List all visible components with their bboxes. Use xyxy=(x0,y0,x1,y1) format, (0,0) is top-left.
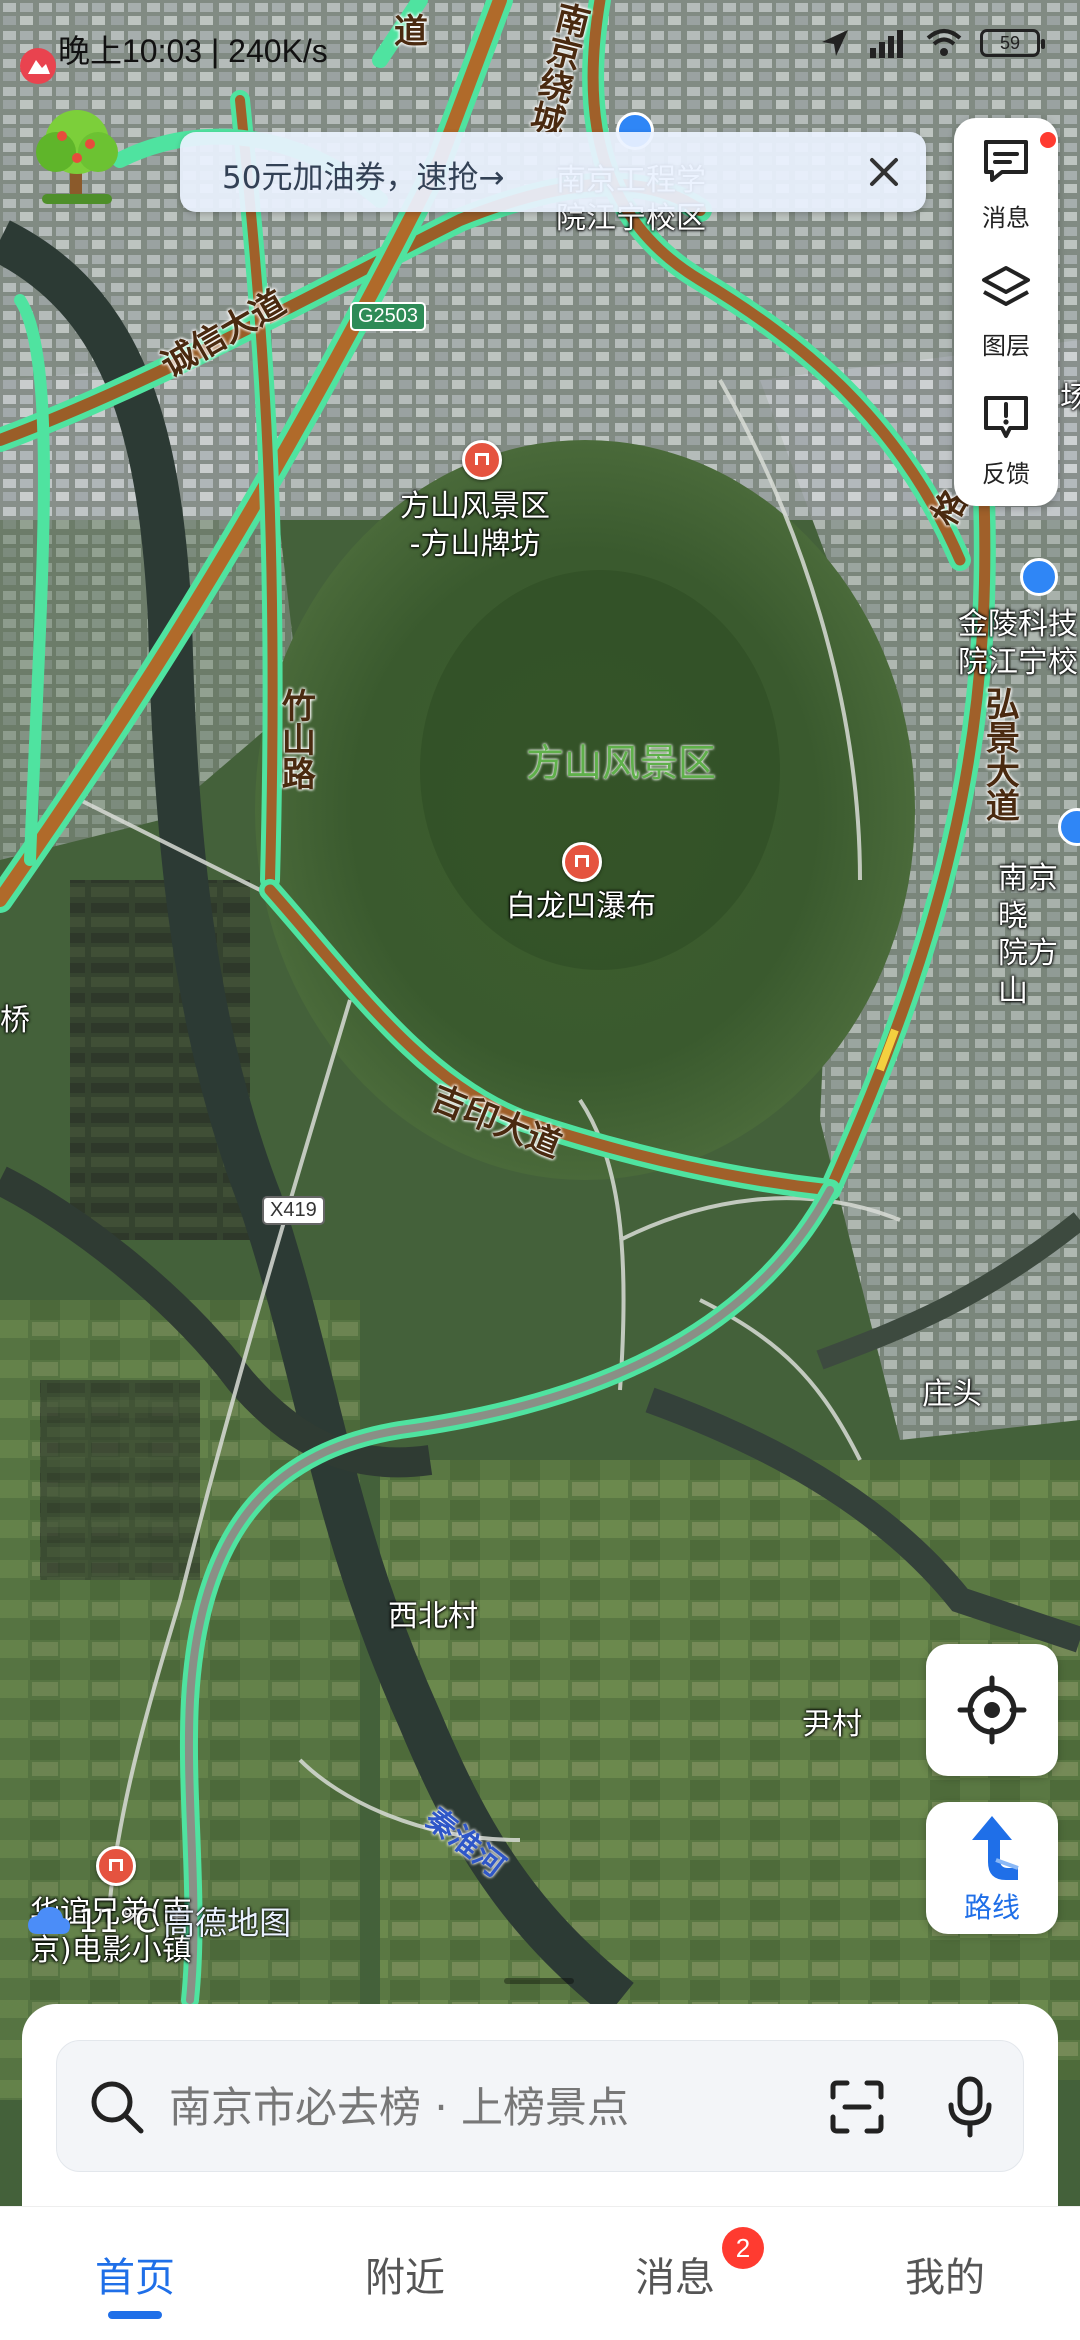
scan-icon[interactable] xyxy=(827,2077,887,2137)
messages-tool-button[interactable]: 消息 xyxy=(954,118,1058,242)
crosshair-icon xyxy=(957,1675,1027,1745)
map-label-bailong-waterfall[interactable]: 白龙凹瀑布 xyxy=(506,888,656,926)
map-label-fangshan-area[interactable]: 方山风景区 xyxy=(526,732,716,787)
tab-messages[interactable]: 消息 xyxy=(540,2207,810,2340)
message-icon xyxy=(984,140,1028,182)
layers-tool-label: 图层 xyxy=(982,332,1030,360)
search-icon xyxy=(91,2081,144,2134)
tab-mine-label: 我的 xyxy=(905,2255,985,2301)
promo-banner[interactable]: 50元加油券，速抢→ xyxy=(180,132,926,212)
tab-home[interactable]: 首页 xyxy=(0,2207,270,2340)
wifi-icon xyxy=(926,29,962,56)
school-poi-icon[interactable] xyxy=(1020,558,1058,596)
status-time: 晚上10:03 | 240K/s xyxy=(58,33,328,69)
route-label: 路线 xyxy=(963,1891,1020,1924)
map-label-yin-village[interactable]: 尹村 xyxy=(802,1706,862,1744)
map-label-nanjing-xiao-campus[interactable]: 南京晓 院方山 xyxy=(998,860,1080,1010)
map-label-fangshan-gate[interactable]: 方山风景区 -方山牌坊 xyxy=(400,488,550,563)
map-label-chang: 场 xyxy=(1060,381,1080,416)
route-arrow-icon xyxy=(972,1816,1019,1880)
tree-avatar-icon[interactable] xyxy=(22,100,132,210)
map-imagery xyxy=(0,0,1080,2210)
promo-banner-text[interactable]: 50元加油券，速抢→ xyxy=(222,152,504,197)
feedback-icon xyxy=(984,396,1028,438)
app-root: 南京工程学 院江宁校区 金陵科技 院江宁校 南京晓 院方山 方山风景区 -方山牌… xyxy=(0,0,1080,2340)
temperature-text: 11°C xyxy=(78,1902,158,1940)
road-shield-x419: X419 xyxy=(262,1196,325,1225)
active-tab-indicator xyxy=(108,2311,162,2319)
battery-icon: 59 xyxy=(980,29,1045,57)
cloud-icon xyxy=(28,1907,70,1934)
map-label-qiao: 桥 xyxy=(0,1003,30,1038)
locate-me-button[interactable] xyxy=(926,1644,1058,1776)
feedback-tool-button[interactable]: 反馈 xyxy=(954,374,1058,498)
messages-tool-label: 消息 xyxy=(982,204,1030,232)
map-tools-panel: 消息 图层 反馈 xyxy=(954,118,1058,506)
map-label-xibei-village[interactable]: 西北村 xyxy=(388,1598,478,1636)
layers-tool-button[interactable]: 图层 xyxy=(954,246,1058,370)
map-label-zhuangtou[interactable]: 庄头 xyxy=(922,1376,982,1414)
scenic-poi-icon[interactable] xyxy=(562,842,602,882)
close-icon[interactable] xyxy=(856,144,912,200)
route-button[interactable]: 路线 xyxy=(926,1802,1058,1934)
messages-badge: 2 xyxy=(722,2227,764,2269)
tab-home-label: 首页 xyxy=(95,2255,175,2301)
scenic-poi-icon[interactable] xyxy=(96,1846,136,1886)
road-label-zhushan: 竹山路 xyxy=(275,688,316,790)
search-input[interactable] xyxy=(167,2071,791,2143)
footprint-map-icon[interactable] xyxy=(18,46,58,86)
weather-watermark: 11°C 高德地图 xyxy=(26,1898,291,1944)
tab-messages-label: 消息 xyxy=(635,2255,715,2301)
amap-brand-text: 高德地图 xyxy=(163,1904,292,1942)
unread-dot xyxy=(1040,132,1056,148)
satellite-map[interactable]: 南京工程学 院江宁校区 金陵科技 院江宁校 南京晓 院方山 方山风景区 -方山牌… xyxy=(0,0,1080,2210)
sheet-drag-handle[interactable] xyxy=(504,1978,574,1984)
road-label-hongjing: 弘景大道 xyxy=(979,686,1020,822)
scenic-poi-icon[interactable] xyxy=(462,440,502,480)
tab-mine[interactable]: 我的 xyxy=(810,2207,1080,2340)
map-label-jinling-campus[interactable]: 金陵科技 院江宁校 xyxy=(958,606,1078,681)
search-bar[interactable] xyxy=(56,2040,1024,2172)
location-arrow-icon xyxy=(822,30,848,56)
highway-shield-g2503: G2503 xyxy=(350,302,427,331)
tab-nearby-label: 附近 xyxy=(365,2255,445,2301)
layers-icon xyxy=(982,266,1030,306)
bottom-tab-bar: 首页 附近 消息 我的 2 xyxy=(0,2206,1080,2340)
signal-icon xyxy=(870,30,903,58)
status-icons: 59 xyxy=(818,26,1045,60)
status-bar: 晚上10:03 | 240K/s 59 xyxy=(0,14,1080,78)
feedback-tool-label: 反馈 xyxy=(982,460,1030,488)
tab-nearby[interactable]: 附近 xyxy=(270,2207,540,2340)
microphone-icon[interactable] xyxy=(945,2075,995,2139)
